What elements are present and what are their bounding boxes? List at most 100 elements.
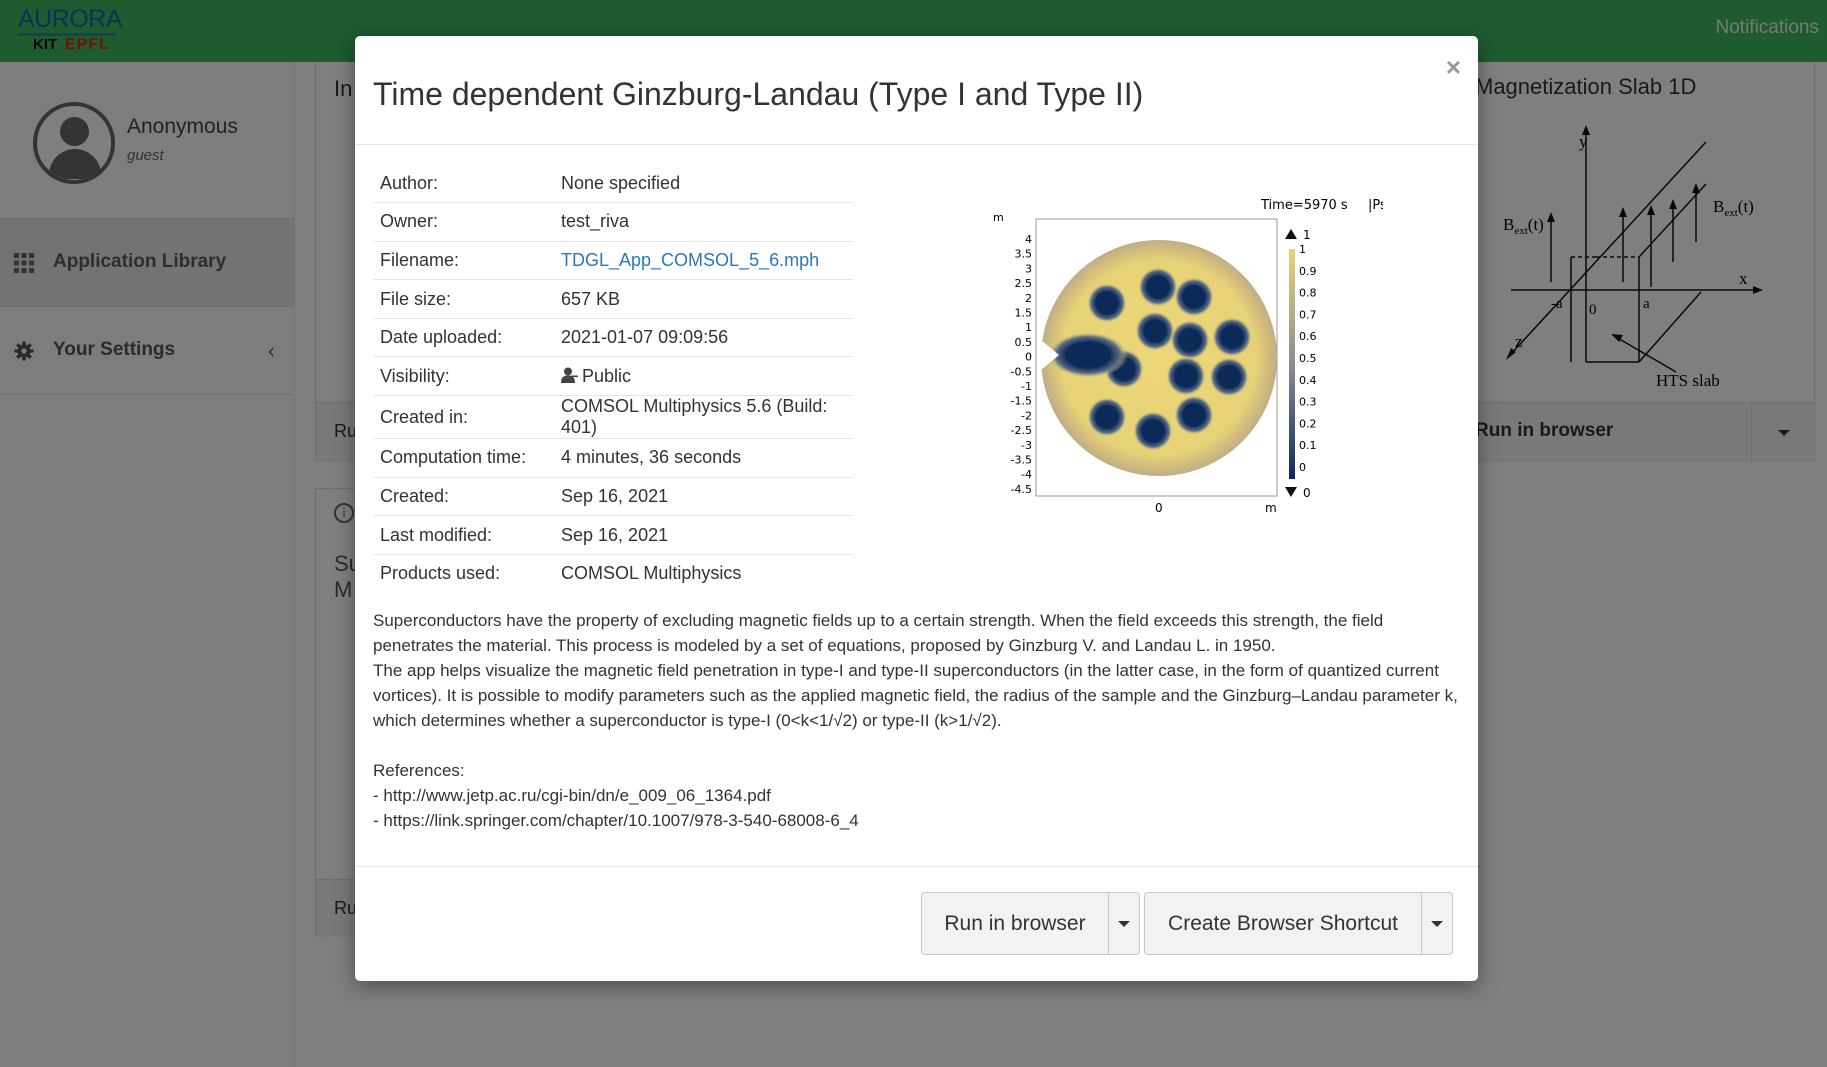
x-tick-0: 0 — [1155, 501, 1163, 515]
shortcut-options-dropdown[interactable] — [1421, 892, 1453, 955]
table-row: Created in: COMSOL Multiphysics 5.6 (Buil… — [373, 395, 853, 440]
y-tick-label: -2.5 — [1011, 424, 1032, 437]
references-title: References: — [373, 761, 465, 780]
caret-down-icon — [1118, 921, 1130, 928]
table-row: Computation time: 4 minutes, 36 seconds — [373, 438, 853, 478]
info-key: Created in: — [373, 395, 554, 440]
colorbar-min-label: 0 — [1303, 486, 1311, 500]
modal-footer: Run in browser Create Browser Shortcut — [355, 866, 1478, 981]
colorbar-tick-label: 0.3 — [1299, 396, 1317, 409]
info-key: Products used: — [380, 563, 501, 584]
y-unit-label: m — [993, 211, 1004, 224]
run-in-browser-button[interactable]: Run in browser — [921, 892, 1109, 955]
y-tick-label: 3.5 — [1015, 248, 1033, 261]
vortex — [1166, 356, 1206, 396]
y-tick-label: -3.5 — [1011, 454, 1032, 467]
vortex — [1174, 395, 1214, 435]
app-info-table: Author: None specified Owner: test_riva Fi… — [373, 164, 853, 593]
create-browser-shortcut-button[interactable]: Create Browser Shortcut — [1144, 892, 1422, 955]
y-tick-label: 0 — [1025, 351, 1032, 364]
vortex — [1212, 317, 1252, 357]
vortex — [1135, 311, 1175, 351]
app-details-modal: Time dependent Ginzburg-Landau (Type I a… — [355, 36, 1478, 981]
colorbar-tick-label: 1 — [1299, 243, 1306, 256]
info-key: Last modified: — [373, 515, 554, 555]
table-row: Products used: COMSOL Multiphysics — [373, 554, 853, 593]
table-row: Date uploaded: 2021-01-07 09:09:56 — [373, 318, 853, 358]
table-row: Last modified: Sep 16, 2021 — [373, 515, 853, 555]
info-value: COMSOL Multiphysics — [561, 563, 742, 584]
vortex — [1087, 283, 1127, 323]
y-axis-ticks: 4 3.53 2.5 2 1.51 0.5 0-0.5 -1 -1.5-2 -2.5 -3 -3.5 -… — [1011, 233, 1032, 496]
info-key: File size: — [373, 279, 554, 319]
modal-header: Time dependent Ginzburg-Landau (Type I a… — [355, 36, 1478, 145]
info-value: Sep 16, 2021 — [554, 477, 853, 517]
colorbar-tick-label: 0.4 — [1299, 374, 1317, 387]
references: References: - http://www.jetp.ac.ru/cgi-… — [373, 758, 1468, 833]
plot-field-label: |Psi|^2 — [1368, 198, 1383, 213]
description-paragraph: Superconductors have the property of exc… — [373, 611, 1384, 655]
plot-time-label: Time=5970 s — [1260, 198, 1348, 213]
colorbar-tick-label: 0.2 — [1299, 417, 1317, 430]
info-key: Created: — [373, 477, 554, 517]
table-row: Visibility: Public — [373, 356, 853, 397]
info-value: Public — [582, 365, 632, 386]
modal-title: Time dependent Ginzburg-Landau (Type I a… — [373, 76, 1144, 112]
colorbar-tick-label: 0 — [1299, 461, 1306, 474]
x-unit-label: m — [1265, 501, 1277, 515]
colorbar-ticks: 1 0.9 0.8 0.7 0.6 0.5 0.4 0.3 0.2 0.1 0 — [1299, 243, 1317, 474]
vortex — [1174, 277, 1214, 317]
colorbar-tick-label: 0.1 — [1299, 439, 1317, 452]
y-tick-label: -2 — [1021, 409, 1032, 422]
vortex — [1209, 357, 1249, 397]
colorbar-tick-label: 0.6 — [1299, 330, 1317, 343]
description-paragraph: The app helps visualize the magnetic fie… — [373, 661, 1458, 730]
table-row: Author: None specified — [373, 164, 853, 204]
y-tick-label: -1 — [1021, 380, 1032, 393]
info-value: 2021-01-07 09:09:56 — [554, 318, 853, 358]
info-key: Filename: — [373, 241, 554, 281]
run-options-dropdown[interactable] — [1108, 892, 1140, 955]
vortex — [1170, 320, 1210, 360]
colorbar — [1289, 249, 1295, 479]
info-key: Computation time: — [373, 438, 554, 478]
y-tick-label: 3 — [1025, 262, 1032, 275]
y-tick-label: 1 — [1025, 321, 1032, 334]
table-row: File size: 657 KB — [373, 279, 853, 319]
table-row: Created: Sep 16, 2021 — [373, 477, 853, 517]
y-tick-label: -0.5 — [1011, 365, 1032, 378]
caret-down-icon — [1431, 921, 1443, 928]
y-tick-label: -3 — [1021, 439, 1032, 452]
simulation-preview-plot: Time=5970 s |Psi|^2 m 43.532.521.510.50-… — [993, 198, 1383, 515]
info-value: COMSOL Multiphysics 5.6 (Build: 401) — [554, 395, 853, 440]
colorbar-tick-label: 0.7 — [1299, 308, 1317, 321]
close-button[interactable]: × — [1446, 52, 1461, 83]
reference-item: - http://www.jetp.ac.ru/cgi-bin/dn/e_009… — [373, 786, 771, 805]
y-tick-label: -4.5 — [1011, 483, 1032, 496]
filename-link[interactable]: TDGL_App_COMSOL_5_6.mph — [561, 250, 819, 270]
colorbar-tick-label: 0.9 — [1299, 265, 1317, 278]
vortex — [1138, 267, 1178, 307]
y-tick-label: 1.5 — [1015, 307, 1033, 320]
y-tick-label: 0.5 — [1015, 336, 1033, 349]
user-icon — [561, 367, 578, 383]
info-value: test_riva — [554, 202, 853, 242]
app-description: Superconductors have the property of exc… — [373, 608, 1468, 733]
colorbar-max-label: 1 — [1303, 228, 1311, 242]
vortex — [1133, 411, 1173, 451]
info-key: Visibility: — [373, 356, 554, 397]
info-key: Date uploaded: — [373, 318, 554, 358]
y-tick-label: 4 — [1025, 233, 1032, 246]
info-key: Author: — [373, 164, 554, 204]
colorbar-tick-label: 0.5 — [1299, 352, 1317, 365]
y-tick-label: 2 — [1025, 292, 1032, 305]
vortex — [1087, 397, 1127, 437]
y-tick-label: 2.5 — [1015, 277, 1033, 290]
table-row: Filename: TDGL_App_COMSOL_5_6.mph — [373, 241, 853, 281]
info-value: None specified — [554, 164, 853, 204]
colorbar-tick-label: 0.8 — [1299, 287, 1317, 300]
y-tick-label: -1.5 — [1011, 395, 1032, 408]
info-value: 657 KB — [554, 279, 853, 319]
info-key: Owner: — [373, 202, 554, 242]
info-value: Sep 16, 2021 — [554, 515, 853, 555]
